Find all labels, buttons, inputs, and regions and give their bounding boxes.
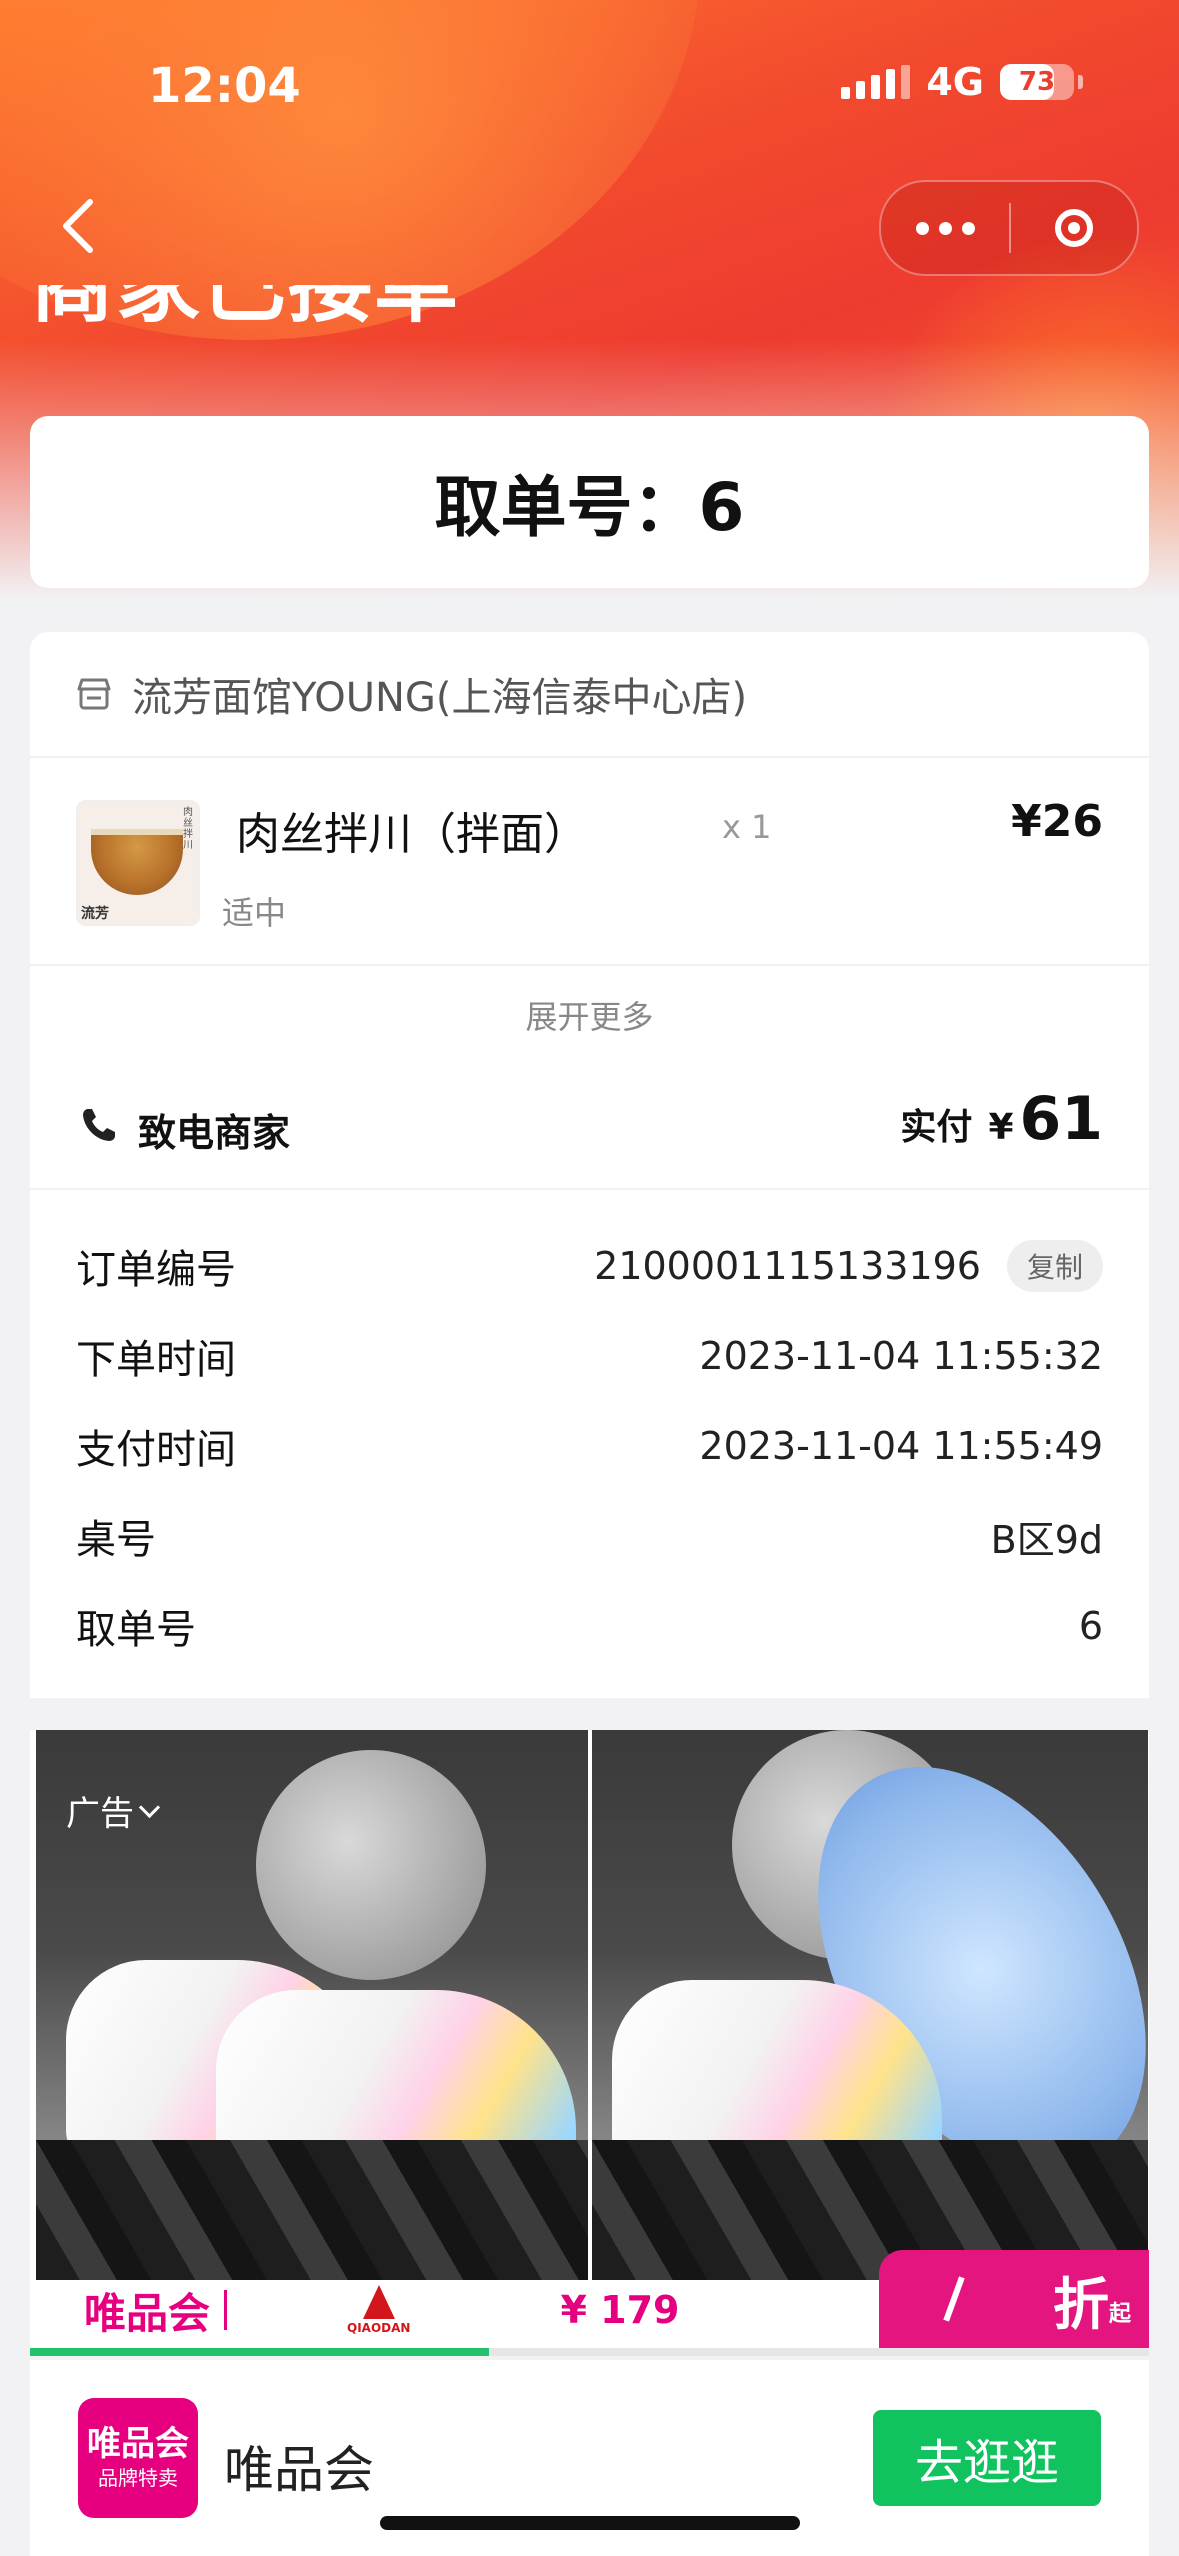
copy-button[interactable]: 复制 xyxy=(1006,1240,1103,1292)
mini-program-capsule xyxy=(879,180,1139,276)
back-icon[interactable] xyxy=(56,196,100,256)
status-bar-right: 4G 73 xyxy=(841,60,1083,104)
status-time: 12:04 xyxy=(148,58,301,114)
pickup-number-card: 取单号：6 xyxy=(30,416,1149,588)
paid-amount: 实付 ¥ 61 xyxy=(900,1084,1103,1154)
expand-more-button[interactable]: 展开更多 xyxy=(30,966,1149,1038)
order-card: 流芳面馆YOUNG(上海信泰中心店) 肉丝拌川 流芳 肉丝拌川（拌面） x 1 … xyxy=(30,632,1149,1188)
vip-logo: 唯品会 品牌特卖 xyxy=(78,2398,198,2518)
ad-banner[interactable]: 广告 唯品会 QIAODAN ¥ 179 折起 xyxy=(30,1730,1149,2350)
info-row-pickup: 取单号 6 xyxy=(76,1604,1103,1653)
close-target-icon[interactable] xyxy=(1011,209,1137,247)
order-status-title: 商家已接单 xyxy=(30,285,461,334)
item-price: ¥26 xyxy=(1011,796,1103,847)
info-row-pay-time: 支付时间 2023-11-04 11:55:49 xyxy=(76,1424,1103,1473)
ad-label[interactable]: 广告 xyxy=(66,1786,161,1835)
ad-progress-bar xyxy=(30,2348,1149,2356)
qiaodan-logo: QIAODAN xyxy=(347,2285,410,2335)
phone-icon[interactable] xyxy=(80,1106,118,1144)
call-merchant-button[interactable]: 致电商家 xyxy=(138,1102,290,1157)
order-info-card: 订单编号 2100001115133196 复制 下单时间 2023-11-04… xyxy=(30,1190,1149,1698)
ad-image-right xyxy=(592,1730,1148,2280)
order-item: 肉丝拌川 流芳 肉丝拌川（拌面） x 1 ¥26 适中 xyxy=(30,758,1149,966)
home-indicator[interactable] xyxy=(380,2516,800,2530)
store-row[interactable]: 流芳面馆YOUNG(上海信泰中心店) xyxy=(30,632,1149,758)
chevron-down-icon xyxy=(138,1796,161,1819)
ad-price: ¥ 179 xyxy=(560,2288,680,2332)
payment-row: 致电商家 实付 ¥ 61 xyxy=(30,1038,1149,1190)
item-quantity: x 1 xyxy=(722,808,772,846)
battery-icon: 73 xyxy=(1000,64,1074,100)
ad-discount-badge: 折起 xyxy=(879,2250,1149,2350)
store-icon xyxy=(77,678,111,710)
info-row-order-time: 下单时间 2023-11-04 11:55:32 xyxy=(76,1334,1103,1383)
item-spec: 适中 xyxy=(222,894,287,932)
order-id: 2100001115133196 xyxy=(594,1244,981,1288)
go-shopping-button[interactable]: 去逛逛 xyxy=(873,2410,1101,2506)
signal-icon xyxy=(841,65,911,99)
ad-brand: 唯品会 xyxy=(84,2288,211,2338)
info-row-order-id: 订单编号 2100001115133196 复制 xyxy=(76,1236,1103,1296)
battery-level: 73 xyxy=(1018,67,1056,97)
item-thumbnail: 肉丝拌川 流芳 xyxy=(76,800,200,926)
more-icon[interactable] xyxy=(881,221,1009,235)
store-name: 流芳面馆YOUNG(上海信泰中心店) xyxy=(132,675,748,721)
pickup-number: 取单号：6 xyxy=(434,469,745,546)
item-name: 肉丝拌川（拌面） xyxy=(236,809,588,860)
info-row-table: 桌号 B区9d xyxy=(76,1517,1103,1563)
vip-name: 唯品会 xyxy=(224,2441,374,2499)
network-type: 4G xyxy=(926,60,984,104)
